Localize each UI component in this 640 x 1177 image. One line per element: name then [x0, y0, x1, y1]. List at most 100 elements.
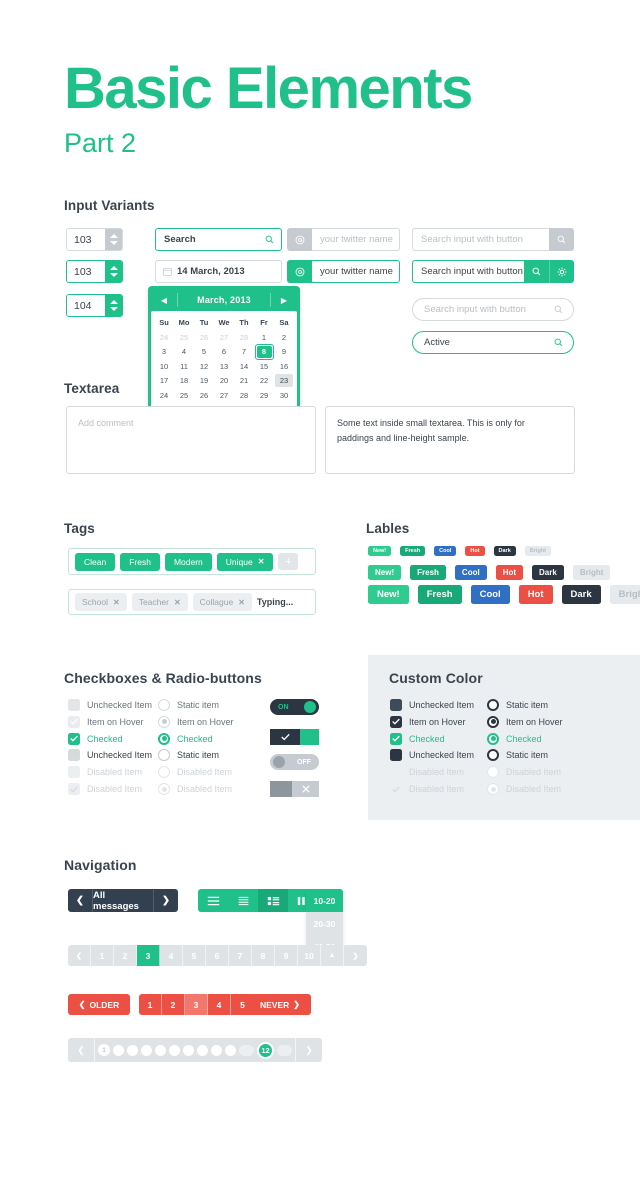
- radio-circle[interactable]: [487, 699, 499, 711]
- checkbox-box[interactable]: [68, 732, 80, 745]
- radio-circle[interactable]: [158, 732, 170, 745]
- pagination-item[interactable]: 3: [137, 945, 160, 966]
- pagination-item[interactable]: 2: [114, 945, 137, 966]
- pagination-item[interactable]: ▲: [321, 945, 344, 966]
- tags-input-secondary[interactable]: School ✕ Teacher ✕ Collague ✕ Typing...: [68, 589, 316, 615]
- calendar-day-muted[interactable]: 28: [234, 330, 254, 345]
- pagination-item[interactable]: 6: [206, 945, 229, 966]
- search-icon[interactable]: [265, 235, 281, 244]
- search-with-button-value[interactable]: Search input with button: [413, 266, 524, 277]
- pagination-item[interactable]: ❯: [344, 945, 367, 966]
- tag-remove-icon[interactable]: ✕: [174, 598, 181, 607]
- search-icon[interactable]: [554, 305, 573, 314]
- radio-row[interactable]: Static item: [158, 699, 219, 711]
- radio-circle[interactable]: [487, 766, 499, 779]
- search-input-rounded-disabled[interactable]: Search input with button: [412, 298, 574, 321]
- calendar-day[interactable]: 19: [194, 374, 214, 389]
- toggle-knob[interactable]: [300, 729, 319, 745]
- radio-row[interactable]: Disabled Item: [487, 766, 561, 779]
- radio-row[interactable]: Disabled Item: [158, 766, 232, 779]
- tag-chip[interactable]: Clean: [75, 552, 116, 571]
- calendar-day[interactable]: 6: [214, 345, 234, 360]
- radio-row[interactable]: Disabled Item: [487, 783, 561, 795]
- toggle-on-dark[interactable]: ON: [270, 699, 319, 715]
- calendar-day[interactable]: 24: [154, 388, 174, 403]
- calendar-day[interactable]: 1: [254, 330, 274, 345]
- search-input-rounded-active[interactable]: Active: [412, 331, 574, 354]
- calendar-day[interactable]: 28: [234, 388, 254, 403]
- pagination-item[interactable]: 7: [229, 945, 252, 966]
- checkbox-row[interactable]: Disabled Item: [390, 783, 464, 795]
- checkbox-row[interactable]: Unchecked Item: [390, 749, 474, 762]
- calendar-day[interactable]: 27: [214, 388, 234, 403]
- pagination-item[interactable]: 4: [160, 945, 183, 966]
- tag-chip-secondary[interactable]: Teacher ✕: [131, 593, 188, 611]
- radio-row[interactable]: Item on Hover: [158, 715, 234, 728]
- checkbox-row[interactable]: Checked: [390, 732, 445, 745]
- checkbox-box[interactable]: [68, 749, 80, 762]
- toggle-knob[interactable]: [304, 701, 316, 713]
- dot[interactable]: [225, 1044, 236, 1056]
- calendar-day[interactable]: 18: [174, 374, 194, 389]
- stepper-value[interactable]: 103: [67, 261, 105, 282]
- gear-icon[interactable]: [549, 260, 574, 283]
- calendar-day-muted[interactable]: 27: [214, 330, 234, 345]
- calendar-prev-icon[interactable]: ◀: [151, 296, 177, 305]
- stepper-value[interactable]: 103: [67, 229, 105, 250]
- checkbox-box[interactable]: [390, 715, 402, 728]
- search-with-button-disabled[interactable]: Search input with button: [412, 228, 574, 251]
- pagination-red[interactable]: 12345: [139, 994, 254, 1015]
- twitter-input-value[interactable]: your twitter name: [312, 266, 399, 277]
- tag-typing-text[interactable]: Typing...: [257, 597, 293, 607]
- checkbox-row[interactable]: Item on Hover: [390, 715, 466, 728]
- twitter-input-placeholder[interactable]: your twitter name: [312, 234, 399, 245]
- tag-chip[interactable]: Fresh: [120, 552, 160, 571]
- date-picker-calendar[interactable]: ◀ March, 2013 ▶ Su Mo Tu We Th Fr Sa 24 2…: [148, 286, 300, 425]
- tag-chip[interactable]: Modern: [164, 552, 212, 571]
- dot-next-icon[interactable]: ❯: [299, 1045, 319, 1056]
- dot-first[interactable]: 1: [98, 1044, 110, 1056]
- view-detail-icon[interactable]: [258, 889, 288, 912]
- calendar-day[interactable]: 7: [234, 345, 254, 360]
- checkbox-box[interactable]: [390, 699, 402, 711]
- radio-circle[interactable]: [158, 749, 170, 762]
- radio-circle[interactable]: [158, 766, 170, 779]
- pagination-item-red[interactable]: 3: [185, 994, 208, 1015]
- date-input[interactable]: 14 March, 2013: [155, 260, 282, 283]
- radio-row[interactable]: Static item: [487, 749, 548, 762]
- toggle-off-gray[interactable]: OFF: [270, 754, 319, 770]
- calendar-day[interactable]: 14: [234, 359, 254, 374]
- dot-pill[interactable]: [277, 1044, 292, 1056]
- checkbox-row[interactable]: Disabled Item: [68, 783, 142, 795]
- dot[interactable]: [141, 1044, 152, 1056]
- checkbox-row[interactable]: Checked: [68, 732, 123, 745]
- tag-chip-secondary[interactable]: School ✕: [75, 593, 127, 611]
- stepper-green-2[interactable]: 104: [66, 294, 123, 317]
- calendar-day[interactable]: 15: [254, 359, 274, 374]
- stepper-gray[interactable]: 103: [66, 228, 123, 251]
- all-messages-label[interactable]: All messages: [93, 890, 153, 912]
- radio-circle[interactable]: [158, 715, 170, 728]
- pagination-item-red[interactable]: 4: [208, 994, 231, 1015]
- radio-circle[interactable]: [487, 749, 499, 762]
- calendar-day[interactable]: 21: [234, 374, 254, 389]
- search-input[interactable]: Search: [155, 228, 282, 251]
- pagination-item[interactable]: 8: [252, 945, 275, 966]
- calendar-day[interactable]: 17: [154, 374, 174, 389]
- dot[interactable]: [127, 1044, 138, 1056]
- radio-circle[interactable]: [158, 699, 170, 711]
- date-input-value[interactable]: 14 March, 2013: [177, 266, 281, 277]
- radio-circle[interactable]: [158, 783, 170, 795]
- older-button[interactable]: ❮ OLDER: [68, 994, 130, 1015]
- pagination-gray[interactable]: ❮ 1 2 3 4 5 6 7 8 9 10 ▲ ❯: [68, 945, 367, 966]
- stepper-arrows[interactable]: [105, 261, 122, 282]
- textarea-add-comment[interactable]: Add comment: [66, 406, 316, 474]
- tag-remove-icon[interactable]: ✕: [238, 598, 245, 607]
- calendar-next-icon[interactable]: ▶: [271, 296, 297, 305]
- pagination-item[interactable]: 10: [298, 945, 321, 966]
- radio-row[interactable]: Static item: [487, 699, 548, 711]
- stepper-green-1[interactable]: 103: [66, 260, 123, 283]
- radio-circle[interactable]: [487, 783, 499, 795]
- all-messages-nav[interactable]: ❮ All messages ❯: [68, 889, 178, 912]
- pagination-item-red[interactable]: 1: [139, 994, 162, 1015]
